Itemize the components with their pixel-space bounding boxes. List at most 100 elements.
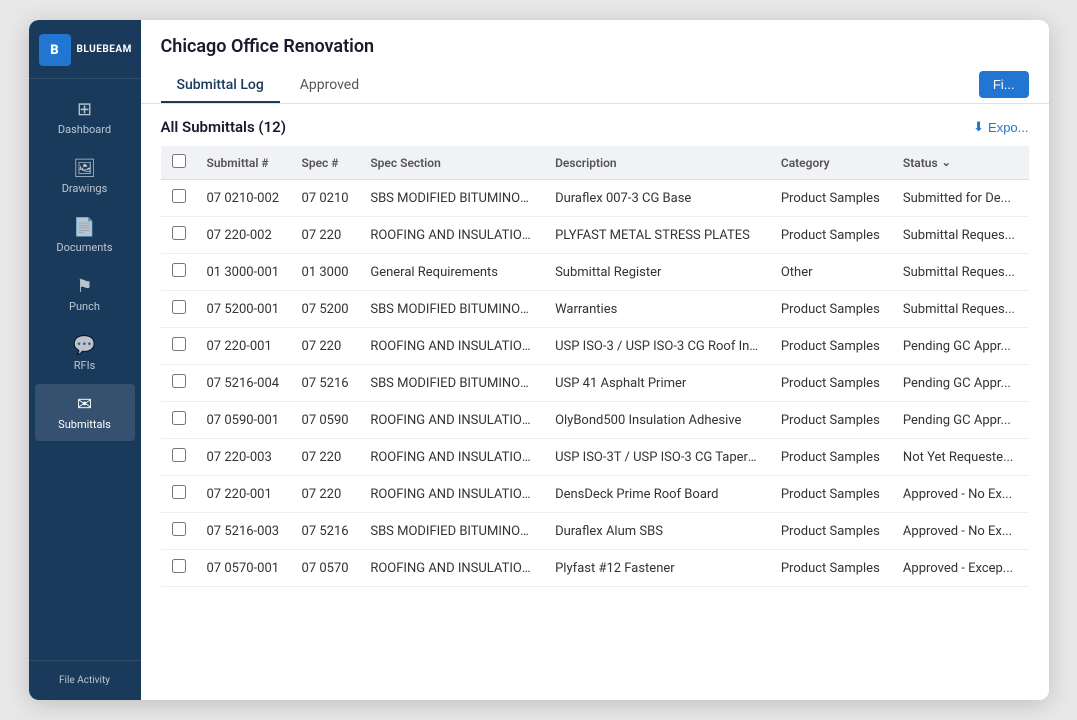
row-spec-num: 07 220: [292, 476, 361, 513]
drawings-label: Drawings: [62, 182, 108, 195]
punch-icon: ⚑: [76, 276, 92, 297]
row-checkbox-10[interactable]: [172, 559, 186, 573]
row-submittal-num: 07 220-002: [197, 217, 292, 254]
dashboard-label: Dashboard: [58, 123, 111, 136]
row-status: Submittal Reques...: [893, 254, 1029, 291]
table-row: 07 220-003 07 220 ROOFING AND INSULATION…: [161, 439, 1029, 476]
select-all-checkbox[interactable]: [172, 154, 186, 168]
app-window: B BLUEBEAM ⊞ Dashboard 🖼 Drawings 📄 Docu…: [29, 20, 1049, 700]
row-checkbox-cell[interactable]: [161, 328, 197, 365]
col-spec-num: Spec #: [292, 146, 361, 180]
sidebar-nav: ⊞ Dashboard 🖼 Drawings 📄 Documents ⚑ Pun…: [29, 79, 141, 660]
submittals-count: All Submittals (12): [161, 118, 287, 136]
sidebar-item-dashboard[interactable]: ⊞ Dashboard: [35, 89, 135, 146]
row-submittal-num: 07 5216-004: [197, 365, 292, 402]
row-submittal-num: 07 220-001: [197, 476, 292, 513]
row-checkbox-9[interactable]: [172, 522, 186, 536]
row-checkbox-1[interactable]: [172, 226, 186, 240]
row-checkbox-2[interactable]: [172, 263, 186, 277]
row-submittal-num: 07 0590-001: [197, 402, 292, 439]
row-checkbox-cell[interactable]: [161, 254, 197, 291]
row-spec-num: 07 220: [292, 439, 361, 476]
row-checkbox-cell[interactable]: [161, 402, 197, 439]
rfis-icon: 💬: [73, 335, 95, 356]
sidebar-logo: B BLUEBEAM: [29, 20, 141, 79]
row-status: Pending GC Appr...: [893, 402, 1029, 439]
row-checkbox-3[interactable]: [172, 300, 186, 314]
col-submittal-num: Submittal #: [197, 146, 292, 180]
row-checkbox-7[interactable]: [172, 448, 186, 462]
row-checkbox-5[interactable]: [172, 374, 186, 388]
submittals-label: Submittals: [58, 418, 111, 431]
row-checkbox-cell[interactable]: [161, 513, 197, 550]
row-checkbox-cell[interactable]: [161, 476, 197, 513]
documents-label: Documents: [56, 241, 112, 254]
row-submittal-num: 01 3000-001: [197, 254, 292, 291]
row-description: USP 41 Asphalt Primer: [545, 365, 771, 402]
row-spec-num: 07 0210: [292, 180, 361, 217]
row-status: Approved - No Ex...: [893, 476, 1029, 513]
table-row: 07 0210-002 07 0210 SBS MODIFIED BITUMIN…: [161, 180, 1029, 217]
row-category: Product Samples: [771, 476, 893, 513]
row-status: Not Yet Requeste...: [893, 439, 1029, 476]
sidebar-item-documents[interactable]: 📄 Documents: [35, 207, 135, 264]
row-checkbox-8[interactable]: [172, 485, 186, 499]
sidebar-item-drawings[interactable]: 🖼 Drawings: [35, 148, 135, 205]
documents-icon: 📄: [73, 217, 95, 238]
row-description: USP ISO-3T / USP ISO-3 CG Tapered Roof I…: [545, 439, 771, 476]
row-spec-num: 07 0570: [292, 550, 361, 587]
tab-approved[interactable]: Approved: [284, 69, 375, 103]
row-spec-num: 07 220: [292, 328, 361, 365]
col-description: Description: [545, 146, 771, 180]
row-description: Duraflex 007-3 CG Base: [545, 180, 771, 217]
row-category: Other: [771, 254, 893, 291]
row-checkbox-6[interactable]: [172, 411, 186, 425]
row-submittal-num: 07 220-001: [197, 328, 292, 365]
table-wrapper: Submittal # Spec # Spec Section Descript…: [141, 146, 1049, 587]
row-checkbox-0[interactable]: [172, 189, 186, 203]
row-status: Pending GC Appr...: [893, 365, 1029, 402]
main-content: Chicago Office Renovation Submittal LogA…: [141, 20, 1049, 700]
logo-text: BLUEBEAM: [77, 44, 132, 56]
sidebar-footer-button[interactable]: File Activity: [29, 660, 141, 700]
row-checkbox-cell[interactable]: [161, 180, 197, 217]
table-row: 07 5216-004 07 5216 SBS MODIFIED BITUMIN…: [161, 365, 1029, 402]
row-status: Submitted for De...: [893, 180, 1029, 217]
row-category: Product Samples: [771, 550, 893, 587]
row-description: DensDeck Prime Roof Board: [545, 476, 771, 513]
row-checkbox-cell[interactable]: [161, 217, 197, 254]
tab-submittal-log[interactable]: Submittal Log: [161, 69, 280, 103]
row-spec-num: 07 5216: [292, 365, 361, 402]
sidebar: B BLUEBEAM ⊞ Dashboard 🖼 Drawings 📄 Docu…: [29, 20, 141, 700]
row-checkbox-cell[interactable]: [161, 550, 197, 587]
row-checkbox-cell[interactable]: [161, 365, 197, 402]
export-button[interactable]: ⬇ Expo...: [973, 119, 1028, 135]
col-status[interactable]: Status: [893, 146, 1029, 180]
row-checkbox-cell[interactable]: [161, 291, 197, 328]
tab-action-button[interactable]: Fi...: [979, 71, 1029, 98]
status-sort-button[interactable]: Status: [903, 156, 1019, 170]
sidebar-item-submittals[interactable]: ✉ Submittals: [35, 384, 135, 441]
row-description: Plyfast #12 Fastener: [545, 550, 771, 587]
row-spec-section: SBS MODIFIED BITUMINOUS MEMBR...: [360, 365, 545, 402]
row-checkbox-4[interactable]: [172, 337, 186, 351]
sidebar-item-rfis[interactable]: 💬 RFIs: [35, 325, 135, 382]
row-status: Approved - Excep...: [893, 550, 1029, 587]
table-row: 01 3000-001 01 3000 General Requirements…: [161, 254, 1029, 291]
header: Chicago Office Renovation Submittal LogA…: [141, 20, 1049, 104]
row-category: Product Samples: [771, 328, 893, 365]
table-row: 07 5200-001 07 5200 SBS MODIFIED BITUMIN…: [161, 291, 1029, 328]
table-row: 07 0570-001 07 0570 ROOFING AND INSULATI…: [161, 550, 1029, 587]
dashboard-icon: ⊞: [77, 99, 92, 120]
row-category: Product Samples: [771, 402, 893, 439]
drawings-icon: 🖼: [73, 158, 96, 179]
content-area: All Submittals (12) ⬇ Expo... Submittal …: [141, 104, 1049, 700]
row-spec-section: General Requirements: [360, 254, 545, 291]
row-category: Product Samples: [771, 180, 893, 217]
row-spec-section: SBS MODIFIED BITUMINOUS MEMBR...: [360, 180, 545, 217]
table-row: 07 5216-003 07 5216 SBS MODIFIED BITUMIN…: [161, 513, 1029, 550]
sidebar-item-punch[interactable]: ⚑ Punch: [35, 266, 135, 323]
row-checkbox-cell[interactable]: [161, 439, 197, 476]
table-header: Submittal # Spec # Spec Section Descript…: [161, 146, 1029, 180]
row-spec-num: 01 3000: [292, 254, 361, 291]
